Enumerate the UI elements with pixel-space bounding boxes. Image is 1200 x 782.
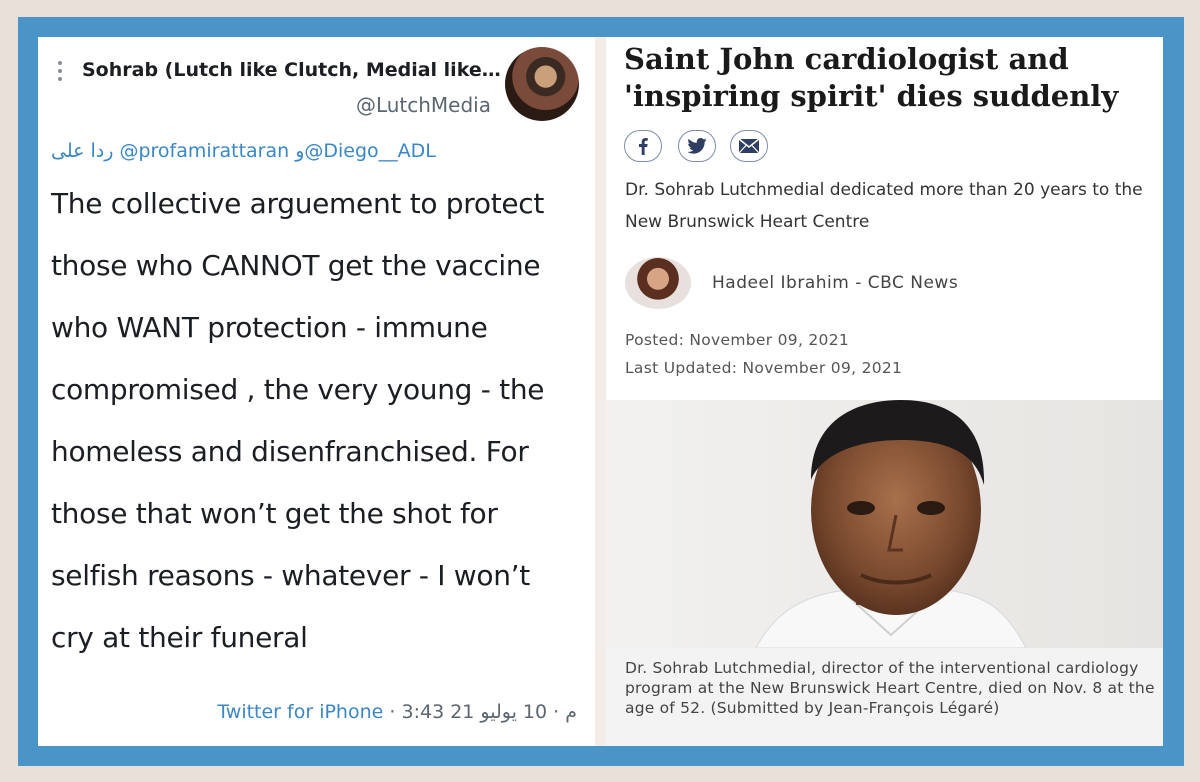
reply-to-text[interactable]: ردا على @profamirattaran و@Diego__ADL [51,140,436,162]
news-article: Saint John cardiologist and 'inspiring s… [606,37,1163,746]
email-share-button[interactable] [730,130,768,162]
article-byline[interactable]: Hadeel Ibrahim - CBC News [712,273,958,293]
article-headline: Saint John cardiologist and 'inspiring s… [624,42,1119,113]
tweet-line: who WANT protection - immune [51,311,488,344]
tweet-author-avatar[interactable] [505,47,579,121]
portrait-image [606,400,1163,648]
tweet-author-name[interactable]: Sohrab (Lutch like Clutch, Medial like .… [82,59,502,81]
email-icon [739,139,759,153]
tweet-source-link[interactable]: Twitter for iPhone [217,701,383,723]
tweet-body: The collective arguement to protect thos… [51,173,591,669]
posted-date: Posted: November 09, 2021 [625,331,850,349]
facebook-share-button[interactable] [624,130,662,162]
twitter-icon [687,138,707,154]
tweet-timestamp[interactable]: 3:43 م · 10 يوليو 21 [401,701,577,723]
updated-date: Last Updated: November 09, 2021 [625,359,903,377]
photo-caption: Dr. Sohrab Lutchmedial, director of the … [625,659,1155,717]
tweet-line: those that won’t get the shot for [51,497,498,530]
tweet-card: Sohrab (Lutch like Clutch, Medial like .… [38,37,595,746]
panel-divider [595,37,606,746]
twitter-share-button[interactable] [678,130,716,162]
tweet-line: homeless and disenfranchised. For [51,435,529,468]
tweet-line: those who CANNOT get the vaccine [51,249,541,282]
article-deck: Dr. Sohrab Lutchmedial dedicated more th… [625,180,1143,232]
author-photo[interactable] [625,257,691,309]
tweet-author-handle[interactable]: @LutchMedia [356,93,491,117]
tweet-line: compromised , the very young - the [51,373,545,406]
article-photo [606,400,1163,648]
tweet-metadata: Twitter for iPhone · 3:43 م · 10 يوليو 2… [217,701,577,723]
reply-to-line[interactable]: ردا على @profamirattaran و@Diego__ADL [51,140,471,162]
more-options-icon[interactable] [58,61,62,83]
tweet-line: selfish reasons - whatever - I won’t [51,559,530,592]
facebook-icon [639,138,648,155]
tweet-line: cry at their funeral [51,621,308,654]
photo-caption-box: Dr. Sohrab Lutchmedial, director of the … [606,648,1163,746]
tweet-line: The collective arguement to protect [51,187,545,220]
meta-separator: · [389,701,402,723]
